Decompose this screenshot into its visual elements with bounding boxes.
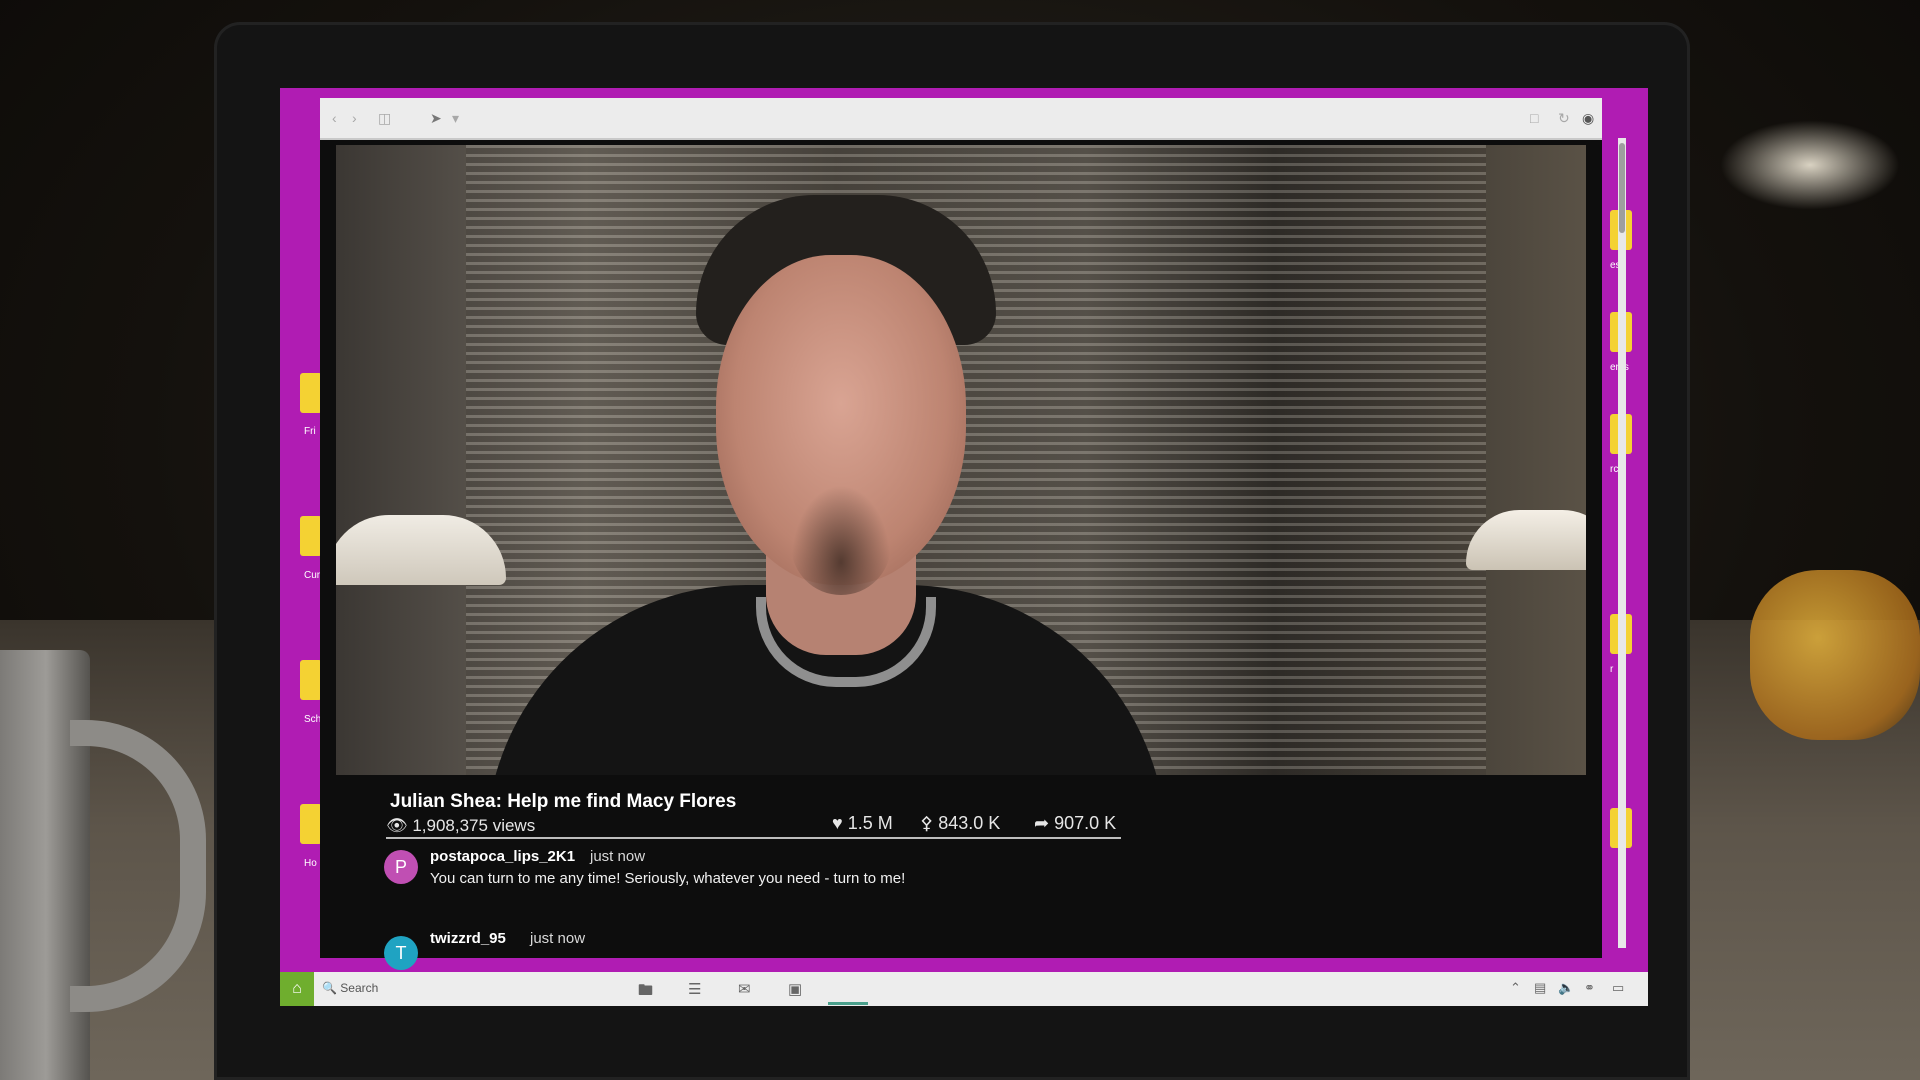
stats-divider xyxy=(386,837,1121,839)
reload-icon[interactable]: ↻ xyxy=(1558,110,1570,127)
comment-username[interactable]: postapoca_lips_2K1 xyxy=(430,848,575,865)
avatar[interactable]: T xyxy=(384,936,418,970)
share-arrow-icon: ➦ xyxy=(1034,813,1050,833)
comment-username[interactable]: twizzrd_95 xyxy=(430,930,506,947)
eye-icon: 👁 xyxy=(386,816,408,835)
desktop-folder-icon[interactable] xyxy=(300,516,322,556)
chevron-up-icon[interactable]: ⌃ xyxy=(1510,980,1521,996)
comment-time: just now xyxy=(590,848,646,865)
repost-icon: ⚴ xyxy=(920,813,934,833)
comment-text: You can turn to me any time! Seriously, … xyxy=(430,870,906,887)
taskbar: ⌂ 🔍 Search 🖿 ☰ ✉ ▣ ⌃ ▤ 🔈 ⚭ ▭ xyxy=(280,972,1648,1006)
browser-toolbar: ‹ › ◫ ➤ ▾ □ ↻ ◉ xyxy=(320,98,1602,140)
home-icon: ⌂ xyxy=(292,980,302,997)
folder-icon[interactable]: 🖿 xyxy=(638,980,653,1005)
shares-stat[interactable]: ➦ 907.0 K xyxy=(1034,813,1116,834)
back-icon[interactable]: ‹ xyxy=(332,110,337,126)
comment-time: just now xyxy=(530,930,586,947)
forward-icon[interactable]: › xyxy=(352,110,357,126)
likes-stat[interactable]: ♥ 1.5 M xyxy=(832,813,893,834)
mail-icon[interactable]: ✉ xyxy=(738,980,751,998)
browser-window: ‹ › ◫ ➤ ▾ □ ↻ ◉ Julian Shea: Help me fin… xyxy=(320,98,1626,970)
screen-desktop: Fri Cur Sch Ho es ents rch r ‹ › ◫ ➤ ▾ □… xyxy=(280,88,1648,1006)
scrollbar-thumb[interactable] xyxy=(1619,143,1625,233)
video-player[interactable] xyxy=(336,145,1586,775)
desktop-icon-label: Cur xyxy=(304,570,321,581)
desktop-icon-label: Sch xyxy=(304,714,322,725)
reposts-count: 843.0 K xyxy=(938,813,1001,833)
taskbar-search[interactable]: 🔍 Search xyxy=(322,981,378,995)
views-number: 1,908,375 xyxy=(412,816,488,835)
video-title: Julian Shea: Help me find Macy Flores xyxy=(390,791,737,812)
wifi-icon[interactable]: ⚭ xyxy=(1584,980,1595,996)
desktop-folder-icon[interactable] xyxy=(300,660,322,700)
cursor-icon[interactable]: ➤ xyxy=(430,110,442,127)
lamp-glow xyxy=(1720,120,1900,210)
search-placeholder: Search xyxy=(340,981,379,995)
active-app-indicator xyxy=(828,1002,868,1005)
views-label: views xyxy=(492,816,536,835)
desktop-icon-label: r xyxy=(1610,664,1614,675)
search-icon: 🔍 xyxy=(322,981,337,995)
desktop-folder-icon[interactable] xyxy=(300,804,322,844)
likes-count: 1.5 M xyxy=(847,813,893,833)
desktop-icon-label: Fri xyxy=(304,426,316,437)
scrollbar-track[interactable] xyxy=(1618,138,1626,948)
shares-count: 907.0 K xyxy=(1054,813,1117,833)
reposts-stat[interactable]: ⚴ 843.0 K xyxy=(920,813,1000,834)
download-icon[interactable]: ◉ xyxy=(1582,110,1594,127)
person-beard xyxy=(791,485,891,595)
volume-icon[interactable]: 🔈 xyxy=(1558,980,1574,996)
view-count: 👁 1,908,375 views xyxy=(386,816,535,836)
battery-icon[interactable]: ▭ xyxy=(1612,980,1624,996)
sidebar-icon[interactable]: ◫ xyxy=(378,110,391,127)
desktop-folder-icon[interactable] xyxy=(300,373,322,413)
home-button[interactable]: ⌂ xyxy=(280,972,314,1006)
desktop-icon-label: Ho xyxy=(304,858,317,869)
fruit-bowl xyxy=(1750,570,1920,740)
share-icon[interactable]: □ xyxy=(1530,110,1538,126)
window-icon[interactable]: ▣ xyxy=(788,980,802,998)
list-icon[interactable]: ☰ xyxy=(688,980,701,998)
avatar[interactable]: P xyxy=(384,850,418,884)
chevron-down-icon[interactable]: ▾ xyxy=(452,110,459,127)
network-icon[interactable]: ▤ xyxy=(1534,980,1546,996)
heart-icon: ♥ xyxy=(832,813,843,833)
